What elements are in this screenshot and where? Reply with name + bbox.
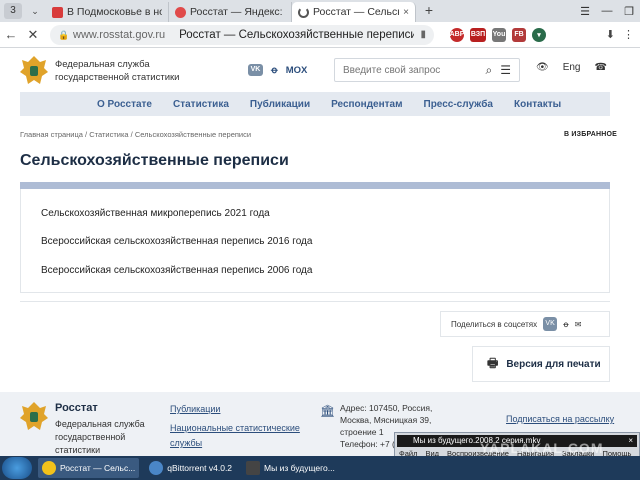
taskbar: Росстат — Сельс... qBittorrent v4.0.2 Мы… bbox=[0, 456, 640, 480]
rosstat-page: Федеральная служба государственной стати… bbox=[0, 48, 640, 456]
browser-tab-bar: 3 ⌄ В Подмосковье в новогод Росстат — Ян… bbox=[0, 0, 640, 22]
tab-count-button[interactable]: 3 bbox=[4, 3, 22, 19]
start-button[interactable] bbox=[2, 457, 32, 479]
tab-title: В Подмосковье в новогод bbox=[67, 6, 162, 18]
taskbar-item-qbittorrent[interactable]: qBittorrent v4.0.2 bbox=[145, 458, 236, 478]
bookmark-icon[interactable]: ▮ bbox=[420, 29, 426, 40]
minimize-button[interactable]: — bbox=[596, 5, 618, 17]
census-list: Сельскохозяйственная микроперепись 2021 … bbox=[20, 189, 610, 293]
breadcrumb[interactable]: Главная страница / Статистика / Сельскох… bbox=[20, 130, 251, 139]
main-menu: О Росстате Статистика Публикации Респонд… bbox=[20, 92, 610, 116]
print-version-button[interactable]: 🖶 Версия для печати bbox=[472, 346, 610, 382]
menu-icon[interactable]: ☰ bbox=[574, 5, 596, 18]
watermark: YAPLAKAL.COM bbox=[480, 440, 604, 456]
taskbar-label: qBittorrent v4.0.2 bbox=[167, 463, 233, 473]
extension-icon[interactable]: FB bbox=[512, 27, 526, 42]
media-player-icon bbox=[246, 461, 261, 475]
language-switch[interactable]: Eng bbox=[563, 62, 581, 73]
divider bbox=[20, 301, 610, 302]
share-panel: Поделиться в соцсетях VK ꝋ ✉ bbox=[440, 311, 610, 337]
add-to-favorites-link[interactable]: В ИЗБРАННОЕ bbox=[564, 131, 617, 138]
yandex-browser-icon bbox=[42, 461, 56, 475]
maximize-button[interactable]: ❐ bbox=[618, 5, 640, 18]
extensions: ABP ВЗП You FB ▾ bbox=[450, 27, 546, 42]
address-bar: ← ✕ 🔒 www.rosstat.gov.ru Росстат — Сельс… bbox=[0, 22, 640, 48]
downloads-icon[interactable]: ⬇ bbox=[606, 28, 615, 41]
footer-emblem-icon bbox=[20, 402, 48, 430]
menu-contacts[interactable]: Контакты bbox=[514, 99, 561, 110]
accessibility-eye-icon[interactable]: 👁 bbox=[536, 62, 549, 73]
adblock-icon[interactable]: ABP bbox=[450, 27, 464, 42]
odnoklassniki-icon[interactable]: ꝋ bbox=[271, 65, 278, 76]
footer-link-national-services[interactable]: Национальные статистические службы bbox=[170, 421, 300, 451]
tab-favicon-icon bbox=[52, 6, 63, 18]
site-header: Федеральная служба государственной стати… bbox=[0, 48, 640, 92]
census-link-2016[interactable]: Всероссийская сельскохозяйственная переп… bbox=[41, 236, 312, 247]
qbittorrent-icon bbox=[149, 461, 164, 475]
taskbar-item-browser[interactable]: Росстат — Сельс... bbox=[38, 458, 140, 478]
taskbar-label: Мы из будущего... bbox=[264, 463, 335, 473]
url-field[interactable]: 🔒 www.rosstat.gov.ru Росстат — Сельскохо… bbox=[50, 24, 434, 45]
rosstat-emblem-icon[interactable] bbox=[20, 54, 48, 86]
print-label: Версия для печати bbox=[506, 358, 601, 370]
share-vk-icon[interactable]: VK bbox=[543, 317, 558, 331]
max-messenger-link[interactable]: MOX bbox=[286, 65, 308, 76]
menu-respondents[interactable]: Респондентам bbox=[331, 99, 402, 110]
window-controls: ☰ — ❐ bbox=[574, 0, 640, 22]
menu-press[interactable]: Пресс-служба bbox=[424, 99, 493, 110]
back-arrow-icon[interactable]: ← bbox=[0, 27, 22, 42]
close-tab-icon[interactable]: × bbox=[403, 7, 409, 18]
tab-2[interactable]: Росстат — Яндекс: нашлс bbox=[169, 2, 292, 22]
footer-org: Федеральная служба государственной стати… bbox=[55, 419, 145, 455]
share-ok-icon[interactable]: ꝋ bbox=[563, 320, 569, 329]
youtube-icon[interactable]: You bbox=[492, 27, 506, 42]
share-mail-icon[interactable]: ✉ bbox=[575, 320, 582, 329]
menu-statistics[interactable]: Статистика bbox=[173, 99, 229, 110]
lock-icon: 🔒 bbox=[58, 30, 70, 40]
footer-brand: Росстат bbox=[55, 402, 98, 414]
extension-icon[interactable]: ВЗП bbox=[470, 27, 486, 42]
taskbar-label: Росстат — Сельс... bbox=[60, 463, 136, 473]
tab-1[interactable]: В Подмосковье в новогод bbox=[46, 2, 169, 22]
tab-3-active[interactable]: Росстат — Сельскохоз × bbox=[292, 2, 416, 22]
footer-links: Публикации Национальные статистические с… bbox=[170, 402, 300, 455]
census-link-2021[interactable]: Сельскохозяйственная микроперепись 2021 … bbox=[41, 208, 270, 219]
header-tools: 👁 Eng ☎ bbox=[536, 62, 607, 73]
menu-about[interactable]: О Росстате bbox=[97, 99, 152, 110]
tab-title: Росстат — Яндекс: нашлс bbox=[190, 6, 285, 18]
share-label: Поделиться в соцсетях bbox=[451, 319, 538, 329]
loading-spinner-icon bbox=[298, 6, 309, 18]
search-box: ⌕ ☰ bbox=[334, 58, 520, 82]
subscribe-link[interactable]: Подписаться на рассылку bbox=[506, 414, 614, 424]
filter-settings-icon[interactable]: ☰ bbox=[500, 63, 511, 78]
taskbar-item-media-player[interactable]: Мы из будущего... bbox=[242, 458, 339, 478]
section-bar bbox=[20, 182, 610, 189]
census-link-2006[interactable]: Всероссийская сельскохозяйственная переп… bbox=[41, 265, 312, 276]
tab-title: Росстат — Сельскохоз bbox=[313, 6, 399, 18]
media-close-icon[interactable]: × bbox=[628, 435, 633, 447]
browser-actions: ⬇ ⋮ bbox=[606, 28, 640, 41]
printer-icon: 🖶 bbox=[487, 355, 499, 370]
building-icon: 🏛 bbox=[320, 404, 336, 418]
footer-link-publications[interactable]: Публикации bbox=[170, 402, 300, 417]
vk-icon[interactable]: VK bbox=[248, 64, 263, 76]
menu-publications[interactable]: Публикации bbox=[250, 99, 310, 110]
new-tab-button[interactable]: + bbox=[420, 2, 438, 20]
more-icon[interactable]: ⋮ bbox=[623, 28, 634, 41]
yandex-icon bbox=[175, 6, 186, 18]
search-input[interactable] bbox=[343, 64, 473, 76]
extension-icon[interactable]: ▾ bbox=[532, 27, 546, 42]
phone-icon[interactable]: ☎ bbox=[595, 62, 607, 73]
stop-loading-icon[interactable]: ✕ bbox=[22, 27, 44, 43]
address-page-title: Росстат — Сельскохозяйственные переписи bbox=[179, 28, 415, 41]
page-title: Сельскохозяйственные переписи bbox=[20, 152, 289, 169]
tab-list-button[interactable]: ⌄ bbox=[28, 3, 42, 19]
search-icon[interactable]: ⌕ bbox=[486, 63, 493, 78]
org-name: Федеральная служба государственной стати… bbox=[55, 59, 180, 83]
header-social-links: VK ꝋ MOX bbox=[248, 64, 307, 76]
url-text: www.rosstat.gov.ru bbox=[73, 28, 166, 41]
